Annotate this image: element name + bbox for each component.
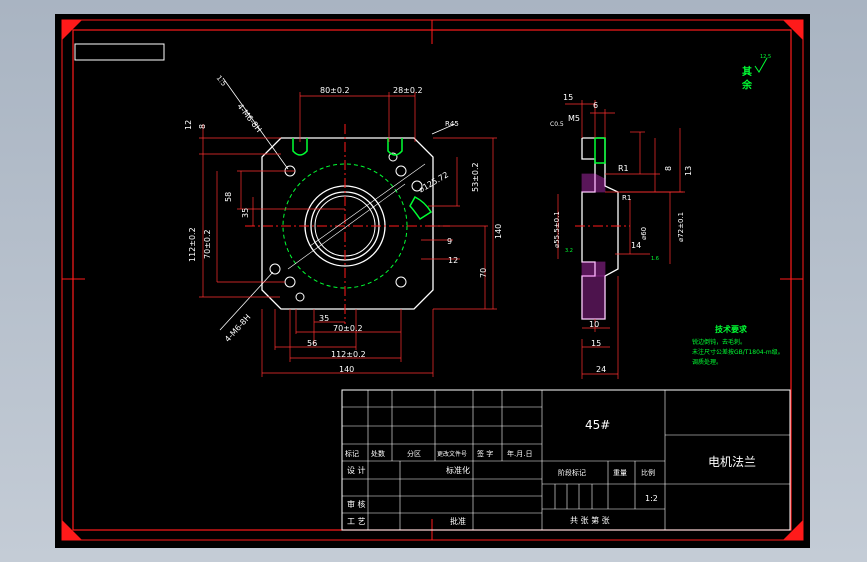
dim-12: 12 [184, 120, 193, 130]
notes-title: 技术要求 [715, 324, 748, 334]
dim-35-v: 35 [241, 208, 250, 218]
material: 45# [585, 418, 610, 432]
dim-8: 8 [198, 124, 207, 129]
side-dim-15b: 15 [591, 339, 601, 348]
dim-53: 53±0.2 [471, 162, 480, 192]
side-ra-1: 3.2 [565, 248, 573, 254]
dim-140-h: 140 [339, 365, 354, 374]
approve-label: 批准 [450, 516, 466, 526]
notches [292, 138, 433, 221]
side-r1-b: R1 [622, 194, 631, 202]
stage-mark-label: 阶段标记 [558, 468, 586, 477]
side-dim-6: 6 [593, 101, 598, 110]
side-dia-72: ⌀72±0.1 [677, 212, 685, 242]
note-line-1: 锐边倒钝，去毛刺。 [692, 338, 746, 346]
note-line-3: 调质处理。 [692, 358, 722, 366]
hdr-change-doc: 更改文件号 [437, 450, 467, 458]
drawing-code-box [74, 43, 165, 61]
dim-28: 28±0.2 [393, 86, 423, 95]
holes-callout-top: 4-M6-8H [235, 102, 263, 134]
dim-56: 56 [307, 339, 317, 348]
side-view: 15 6 M5 C0.5 R1 8 13 ⌀55.5±0.1 ⌀60 ⌀72±0… [550, 93, 693, 379]
side-dim-14: 14 [631, 241, 641, 250]
note-line-2: 未注尺寸公差按GB/T1804-m级。 [692, 348, 784, 356]
dim-70-v: 70±0.2 [203, 229, 212, 259]
weight-label: 重量 [613, 469, 627, 477]
hdr-sign: 签 字 [477, 449, 493, 458]
drawing-canvas: 80±0.2 28±0.2 12 8 58 35 112±0.2 70±0.2 … [55, 14, 810, 548]
title-block: 45# 电机法兰 标记 处数 分区 更改文件号 签 字 年.月.日 设 计 标准… [341, 389, 791, 531]
sheet-count: 共 张 第 张 [570, 515, 610, 525]
dim-112-v: 112±0.2 [188, 227, 197, 262]
dim-r45: R45 [445, 120, 459, 128]
dim-80: 80±0.2 [320, 86, 350, 95]
cad-drawing: 80±0.2 28±0.2 12 8 58 35 112±0.2 70±0.2 … [61, 19, 804, 541]
standardize-label: 标准化 [446, 465, 470, 475]
design-label: 设 计 [347, 465, 366, 475]
side-dim-lines [557, 100, 685, 379]
side-dia-60: ⌀60 [640, 227, 648, 240]
side-dim-13: 13 [684, 166, 693, 176]
scale-value: 1:2 [645, 494, 658, 503]
dim-58: 58 [224, 192, 233, 202]
inner-frame [72, 29, 792, 531]
front-view: 80±0.2 28±0.2 12 8 58 35 112±0.2 70±0.2 … [184, 74, 503, 377]
technical-notes: 技术要求 锐边倒钝，去毛刺。 未注尺寸公差按GB/T1804-m级。 调质处理。 [692, 324, 784, 366]
dim-70-r: 70 [479, 268, 488, 278]
hdr-count: 处数 [371, 449, 385, 458]
dim-70-h: 70±0.2 [333, 324, 363, 333]
side-ra-2: 1.6 [651, 256, 659, 262]
side-dim-10: 10 [589, 320, 599, 329]
hdr-date: 年.月.日 [507, 449, 532, 458]
dim-12-b: 12 [448, 256, 458, 265]
side-dim-m5: M5 [568, 114, 580, 123]
dim-112-h: 112±0.2 [331, 350, 366, 359]
review-label: 审 核 [347, 499, 366, 509]
front-dim-lines [199, 92, 497, 377]
dim-9: 9 [447, 237, 452, 246]
side-r1: R1 [618, 164, 629, 173]
side-dia-55: ⌀55.5±0.1 [553, 211, 561, 248]
roughness-value: 12.5 [760, 54, 771, 60]
hdr-zone: 分区 [407, 449, 421, 458]
process-label: 工 艺 [347, 517, 366, 526]
side-dim-8: 8 [664, 166, 673, 171]
dim-35-h: 35 [319, 314, 329, 323]
side-chamfer: C0.5 [550, 121, 564, 128]
dim-140-v: 140 [494, 224, 503, 239]
hdr-mark: 标记 [345, 449, 359, 458]
side-dim-15: 15 [563, 93, 573, 102]
scale-label: 比例 [641, 468, 655, 477]
part-name: 电机法兰 [708, 455, 756, 469]
hole-scale-label: 1:5 [215, 74, 228, 88]
holes-callout-bottom: 4-M6-8H [223, 313, 252, 344]
side-dim-24: 24 [596, 365, 606, 374]
roughness-rest: 其 余 [740, 65, 753, 90]
